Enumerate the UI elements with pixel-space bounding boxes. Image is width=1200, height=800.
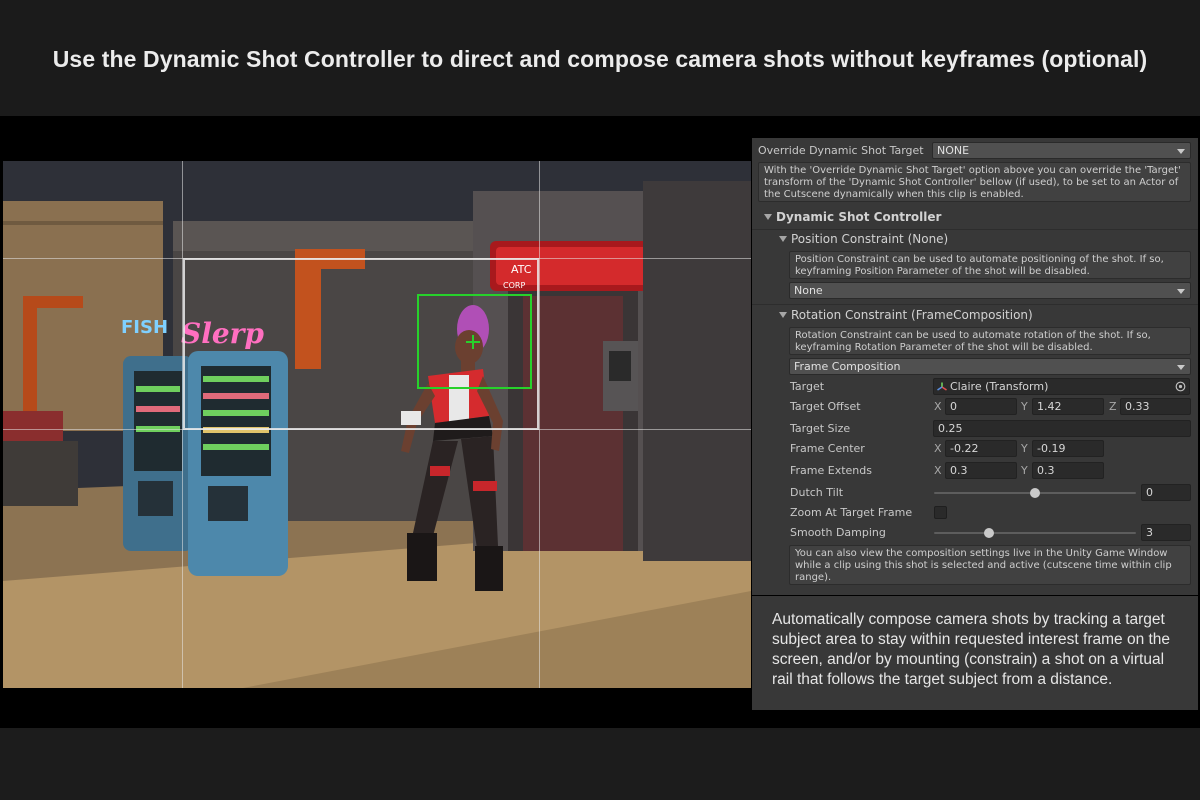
smooth-damping-label: Smooth Damping xyxy=(790,526,886,539)
dynamic-shot-controller-foldout[interactable]: Dynamic Shot Controller xyxy=(764,208,1184,228)
rotation-constraint-title: Rotation Constraint (FrameComposition) xyxy=(791,308,1033,322)
frame-extends-x-axis-label: X xyxy=(934,464,942,477)
foldout-triangle-icon xyxy=(779,312,787,318)
bottom-banner xyxy=(0,728,1200,800)
dutch-tilt-slider-thumb[interactable] xyxy=(1030,488,1040,498)
position-constraint-title: Position Constraint (None) xyxy=(791,232,949,246)
target-size-field[interactable]: 0.25 xyxy=(933,420,1191,437)
target-crosshair xyxy=(466,335,480,349)
dynamic-shot-controller-title: Dynamic Shot Controller xyxy=(776,210,942,224)
feature-description: Automatically compose camera shots by tr… xyxy=(752,596,1198,710)
chevron-down-icon xyxy=(1177,289,1185,294)
frame-center-y-axis-label: Y xyxy=(1021,442,1028,455)
target-size-label: Target Size xyxy=(790,422,851,435)
override-help-box: With the 'Override Dynamic Shot Target' … xyxy=(758,162,1191,202)
target-size-row: Target Size 0.25 xyxy=(752,419,1198,439)
target-offset-z-axis-label: Z xyxy=(1109,400,1117,413)
override-target-value: NONE xyxy=(937,144,970,157)
rotation-constraint-dropdown[interactable]: Frame Composition xyxy=(789,358,1191,375)
target-offset-y-field[interactable]: 1.42 xyxy=(1032,398,1104,415)
zoom-at-target-row: Zoom At Target Frame xyxy=(752,503,1198,523)
target-row: Target Claire (Transform) xyxy=(752,377,1198,397)
position-constraint-value: None xyxy=(794,284,823,297)
chevron-down-icon xyxy=(1177,149,1185,154)
rotation-constraint-foldout[interactable]: Rotation Constraint (FrameComposition) xyxy=(779,306,1179,326)
frame-extends-x-field[interactable]: 0.3 xyxy=(945,462,1017,479)
frame-center-x-axis-label: X xyxy=(934,442,942,455)
game-view[interactable]: ATC CORP FISH Slerp xyxy=(3,161,751,688)
page-headline: Use the Dynamic Shot Controller to direc… xyxy=(52,46,1148,72)
target-object-value: Claire (Transform) xyxy=(950,380,1049,393)
override-target-label: Override Dynamic Shot Target xyxy=(758,144,924,157)
smooth-damping-field[interactable]: 3 xyxy=(1141,524,1191,541)
override-target-dropdown[interactable]: NONE xyxy=(932,142,1191,159)
rotation-constraint-help-box: Rotation Constraint can be used to autom… xyxy=(789,327,1191,355)
frame-center-x-field[interactable]: -0.22 xyxy=(945,440,1017,457)
position-constraint-dropdown[interactable]: None xyxy=(789,282,1191,299)
dutch-tilt-field[interactable]: 0 xyxy=(1141,484,1191,501)
chevron-down-icon xyxy=(1177,365,1185,370)
target-label: Target xyxy=(790,380,825,393)
smooth-damping-slider-track[interactable] xyxy=(934,532,1136,534)
frame-center-y-field[interactable]: -0.19 xyxy=(1032,440,1104,457)
fish-neon-sign: FISH xyxy=(121,317,168,338)
target-offset-x-axis-label: X xyxy=(934,400,942,413)
composition-help-box: You can also view the composition settin… xyxy=(789,545,1191,585)
frame-center-label: Frame Center xyxy=(790,442,865,455)
section-divider xyxy=(752,304,1198,305)
foldout-triangle-icon xyxy=(764,214,772,220)
target-offset-label: Target Offset xyxy=(790,400,861,413)
override-target-row: Override Dynamic Shot Target NONE xyxy=(752,141,1198,161)
target-offset-z-field[interactable]: 0.33 xyxy=(1120,398,1191,415)
frame-center-row: Frame Center X -0.22 Y -0.19 xyxy=(752,439,1198,459)
zoom-at-target-checkbox[interactable] xyxy=(934,506,947,519)
position-constraint-foldout[interactable]: Position Constraint (None) xyxy=(779,230,1179,250)
target-offset-row: Target Offset X 0 Y 1.42 Z 0.33 xyxy=(752,397,1198,417)
frame-extends-y-field[interactable]: 0.3 xyxy=(1032,462,1104,479)
inspector-panel: Override Dynamic Shot Target NONE With t… xyxy=(752,138,1198,595)
smooth-damping-slider-thumb[interactable] xyxy=(983,528,994,538)
object-picker-icon[interactable] xyxy=(1175,381,1186,392)
position-constraint-help-box: Position Constraint can be used to autom… xyxy=(789,251,1191,279)
transform-icon xyxy=(937,382,947,391)
frame-extends-label: Frame Extends xyxy=(790,464,872,477)
target-offset-x-field[interactable]: 0 xyxy=(945,398,1017,415)
foldout-triangle-icon xyxy=(779,236,787,242)
rotation-constraint-value: Frame Composition xyxy=(794,360,901,373)
target-offset-y-axis-label: Y xyxy=(1021,400,1028,413)
dutch-tilt-row: Dutch Tilt 0 xyxy=(752,483,1198,503)
target-object-field[interactable]: Claire (Transform) xyxy=(933,378,1190,395)
dutch-tilt-label: Dutch Tilt xyxy=(790,486,844,499)
zoom-at-target-label: Zoom At Target Frame xyxy=(790,506,913,519)
frame-extends-y-axis-label: Y xyxy=(1021,464,1028,477)
smooth-damping-row: Smooth Damping 3 xyxy=(752,523,1198,543)
frame-extends-row: Frame Extends X 0.3 Y 0.3 xyxy=(752,461,1198,481)
composition-guide-right xyxy=(539,161,540,688)
